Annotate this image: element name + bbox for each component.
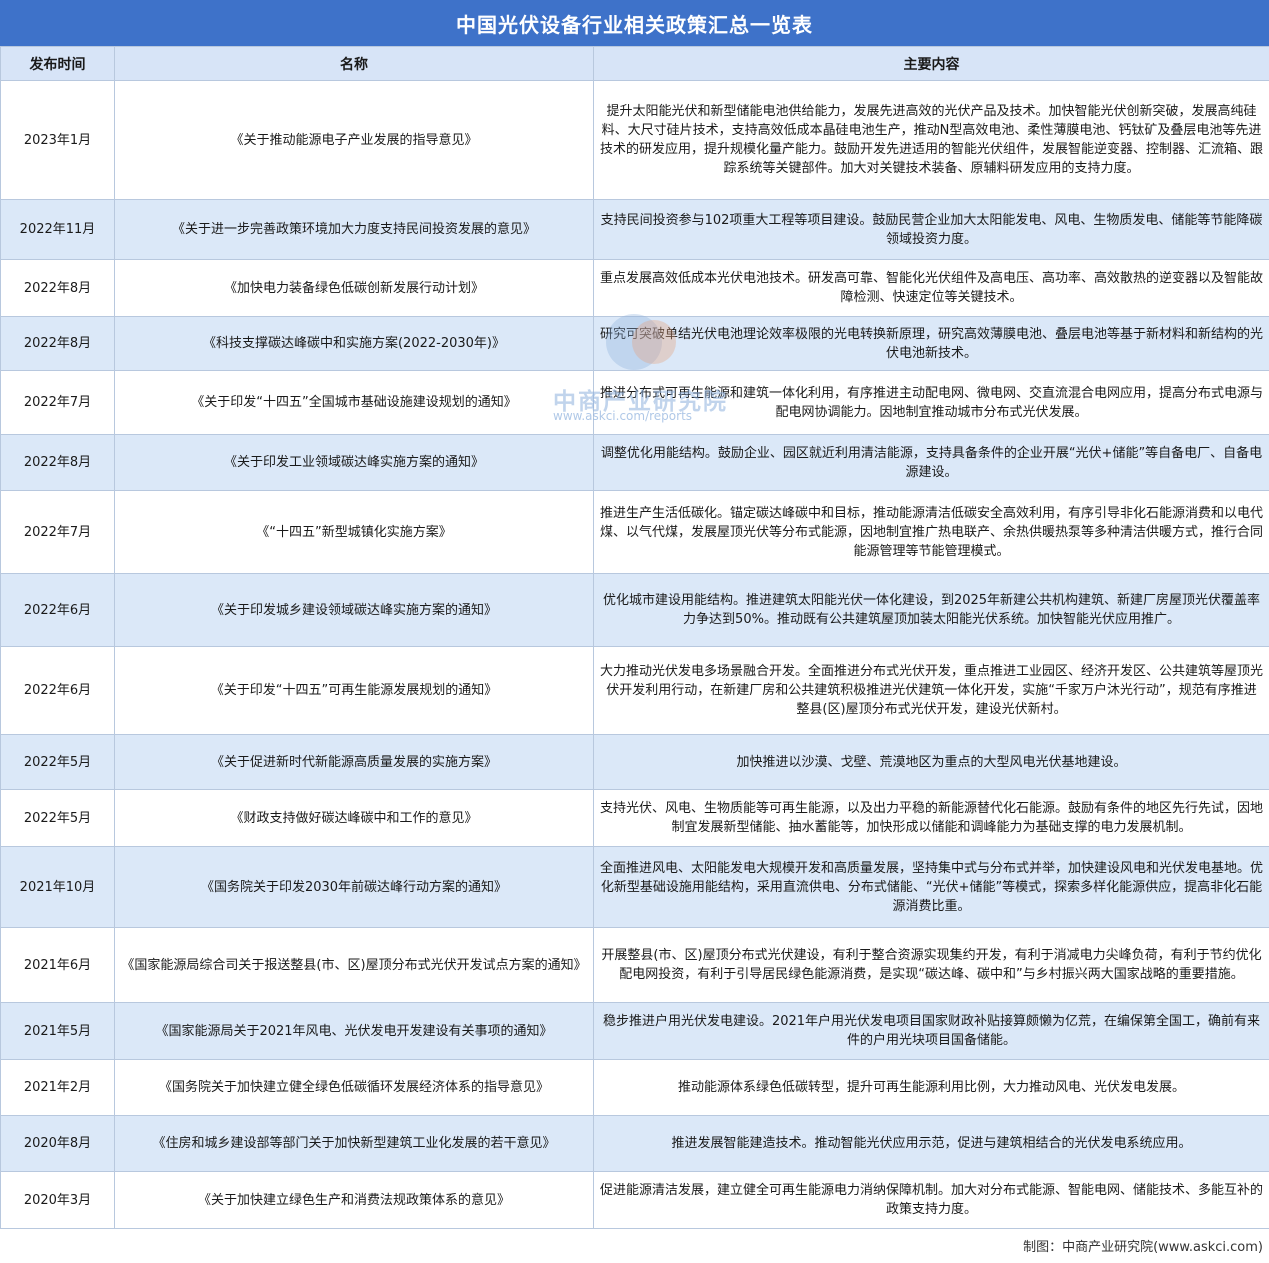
header-row: 发布时间 名称 主要内容 <box>0 46 1269 81</box>
row-name: 《“十四五”新型城镇化实施方案》 <box>114 490 594 574</box>
table-row: 2021年5月 《国家能源局关于2021年风电、光伏发电开发建设有关事项的通知》稳… <box>0 1002 1269 1060</box>
source-note: 制图：中商产业研究院(www.askci.com) <box>1023 1240 1263 1255</box>
table-row: 2022年8月 《关于印发工业领域碳达峰实施方案的通知》 调整优化用能结构。鼓励企业… <box>0 434 1269 491</box>
row-date: 2020年8月 <box>0 1115 115 1172</box>
row-content: 支持民间投资参与102项重大工程等项目建设。鼓励民营企业加大太阳能发电、风电、生… <box>593 199 1269 260</box>
table-title: 中国光伏设备行业相关政策汇总一览表 <box>0 0 1269 46</box>
header-content: 主要内容 <box>593 46 1269 81</box>
table-row: 2022年5月 《财政支持做好碳达峰碳中和工作的意见》 支持光伏、风电、生物质能等可… <box>0 789 1269 847</box>
table-row: 2021年2月 《国务院关于加快建立健全绿色低碳循环发展经济体系的指导意见》 推动能… <box>0 1059 1269 1116</box>
table-row: 2022年8月 《科技支撑碳达峰碳中和实施方案(2022-2030年)》 研究可突破… <box>0 316 1269 371</box>
header-date: 发布时间 <box>0 46 115 81</box>
row-date: 2023年1月 <box>0 80 115 200</box>
table-row: 2021年6月 《国家能源局综合司关于报送整县(市、区)屋顶分布式光伏开发试点方案… <box>0 927 1269 1003</box>
row-date: 2022年5月 <box>0 734 115 790</box>
row-content: 调整优化用能结构。鼓励企业、园区就近利用清洁能源，支持具备条件的企业开展“光伏+… <box>593 434 1269 491</box>
row-content: 推进分布式可再生能源和建筑一体化利用，有序推进主动配电网、微电网、交直流混合电网… <box>593 370 1269 435</box>
row-content: 全面推进风电、太阳能发电大规模开发和高质量发展，坚持集中式与分布式并举，加快建设… <box>593 846 1269 928</box>
row-date: 2021年6月 <box>0 927 115 1003</box>
row-date: 2022年8月 <box>0 434 115 491</box>
row-content: 促进能源清洁发展，建立健全可再生能源电力消纳保障机制。加大对分布式能源、智能电网… <box>593 1171 1269 1229</box>
row-name: 《国家能源局关于2021年风电、光伏发电开发建设有关事项的通知》 <box>114 1002 594 1060</box>
policy-table: 发布时间 名称 主要内容 2023年1月 《关于推动能源电子产业发展的指导意见》提… <box>0 46 1269 1229</box>
table-row: 2022年6月 《关于印发“十四五”可再生能源发展规划的通知》 大力推动光伏发电多场… <box>0 646 1269 735</box>
table-row: 2022年7月 《关于印发“十四五”全国城市基础设施建设规划的通知》 推进分布式可再… <box>0 370 1269 435</box>
row-date: 2021年2月 <box>0 1059 115 1116</box>
table-row: 2022年7月 《“十四五”新型城镇化实施方案》 推进生产生活低碳化。锚定碳达峰碳中… <box>0 490 1269 574</box>
row-name: 《住房和城乡建设部等部门关于加快新型建筑工业化发展的若干意见》 <box>114 1115 594 1172</box>
row-date: 2020年3月 <box>0 1171 115 1229</box>
row-date: 2022年6月 <box>0 573 115 647</box>
row-date: 2022年6月 <box>0 646 115 735</box>
row-content: 开展整县(市、区)屋顶分布式光伏建设，有利于整合资源实现集约开发，有利于消减电力… <box>593 927 1269 1003</box>
table-row: 2022年6月 《关于印发城乡建设领域碳达峰实施方案的通知》 优化城市建设用能结构。… <box>0 573 1269 647</box>
row-content: 推进发展智能建造技术。推动智能光伏应用示范，促进与建筑相结合的光伏发电系统应用。 <box>593 1115 1269 1172</box>
row-date: 2022年11月 <box>0 199 115 260</box>
row-content: 优化城市建设用能结构。推进建筑太阳能光伏一体化建设，到2025年新建公共机构建筑… <box>593 573 1269 647</box>
row-content: 加快推进以沙漠、戈壁、荒漠地区为重点的大型风电光伏基地建设。 <box>593 734 1269 790</box>
table-row: 2021年10月 《国务院关于印发2030年前碳达峰行动方案的通知》 全面推进风电、… <box>0 846 1269 928</box>
row-content: 支持光伏、风电、生物质能等可再生能源，以及出力平稳的新能源替代化石能源。鼓励有条… <box>593 789 1269 847</box>
row-name: 《加快电力装备绿色低碳创新发展行动计划》 <box>114 259 594 317</box>
row-name: 《关于印发城乡建设领域碳达峰实施方案的通知》 <box>114 573 594 647</box>
header-name: 名称 <box>114 46 594 81</box>
row-name: 《关于促进新时代新能源高质量发展的实施方案》 <box>114 734 594 790</box>
row-date: 2021年10月 <box>0 846 115 928</box>
row-content: 稳步推进户用光伏发电建设。2021年户用光伏发电项目国家财政补贴接算颇懒为亿荒，… <box>593 1002 1269 1060</box>
row-content: 提升太阳能光伏和新型储能电池供给能力，发展先进高效的光伏产品及技术。加快智能光伏… <box>593 80 1269 200</box>
row-name: 《国务院关于加快建立健全绿色低碳循环发展经济体系的指导意见》 <box>114 1059 594 1116</box>
row-name: 《关于印发“十四五”全国城市基础设施建设规划的通知》 <box>114 370 594 435</box>
row-date: 2022年8月 <box>0 259 115 317</box>
row-date: 2021年5月 <box>0 1002 115 1060</box>
row-name: 《关于加快建立绿色生产和消费法规政策体系的意见》 <box>114 1171 594 1229</box>
table-row: 2020年8月 《住房和城乡建设部等部门关于加快新型建筑工业化发展的若干意见》 推进… <box>0 1115 1269 1172</box>
table-row: 2022年11月 《关于进一步完善政策环境加大力度支持民间投资发展的意见》 支持民间… <box>0 199 1269 260</box>
row-name: 《关于印发工业领域碳达峰实施方案的通知》 <box>114 434 594 491</box>
table-row: 2020年3月 《关于加快建立绿色生产和消费法规政策体系的意见》 促进能源清洁发展，… <box>0 1171 1269 1229</box>
row-name: 《关于印发“十四五”可再生能源发展规划的通知》 <box>114 646 594 735</box>
row-name: 《科技支撑碳达峰碳中和实施方案(2022-2030年)》 <box>114 316 594 371</box>
row-content: 研究可突破单结光伏电池理论效率极限的光电转换新原理，研究高效薄膜电池、叠层电池等… <box>593 316 1269 371</box>
row-name: 《财政支持做好碳达峰碳中和工作的意见》 <box>114 789 594 847</box>
row-name: 《关于推动能源电子产业发展的指导意见》 <box>114 80 594 200</box>
row-content: 推进生产生活低碳化。锚定碳达峰碳中和目标，推动能源清洁低碳安全高效利用，有序引导… <box>593 490 1269 574</box>
row-name: 《国家能源局综合司关于报送整县(市、区)屋顶分布式光伏开发试点方案的通知》 <box>114 927 594 1003</box>
row-content: 推动能源体系绿色低碳转型，提升可再生能源利用比例，大力推动风电、光伏发电发展。 <box>593 1059 1269 1116</box>
table-row: 2022年8月 《加快电力装备绿色低碳创新发展行动计划》 重点发展高效低成本光伏电池… <box>0 259 1269 317</box>
row-date: 2022年8月 <box>0 316 115 371</box>
row-date: 2022年7月 <box>0 370 115 435</box>
row-content: 重点发展高效低成本光伏电池技术。研发高可靠、智能化光伏组件及高电压、高功率、高效… <box>593 259 1269 317</box>
row-date: 2022年7月 <box>0 490 115 574</box>
table-row: 2023年1月 《关于推动能源电子产业发展的指导意见》 提升太阳能光伏和新型储能电池… <box>0 80 1269 200</box>
row-date: 2022年5月 <box>0 789 115 847</box>
row-name: 《关于进一步完善政策环境加大力度支持民间投资发展的意见》 <box>114 199 594 260</box>
row-name: 《国务院关于印发2030年前碳达峰行动方案的通知》 <box>114 846 594 928</box>
row-content: 大力推动光伏发电多场景融合开发。全面推进分布式光伏开发，重点推进工业园区、经济开… <box>593 646 1269 735</box>
table-row: 2022年5月 《关于促进新时代新能源高质量发展的实施方案》 加快推进以沙漠、戈壁、… <box>0 734 1269 790</box>
